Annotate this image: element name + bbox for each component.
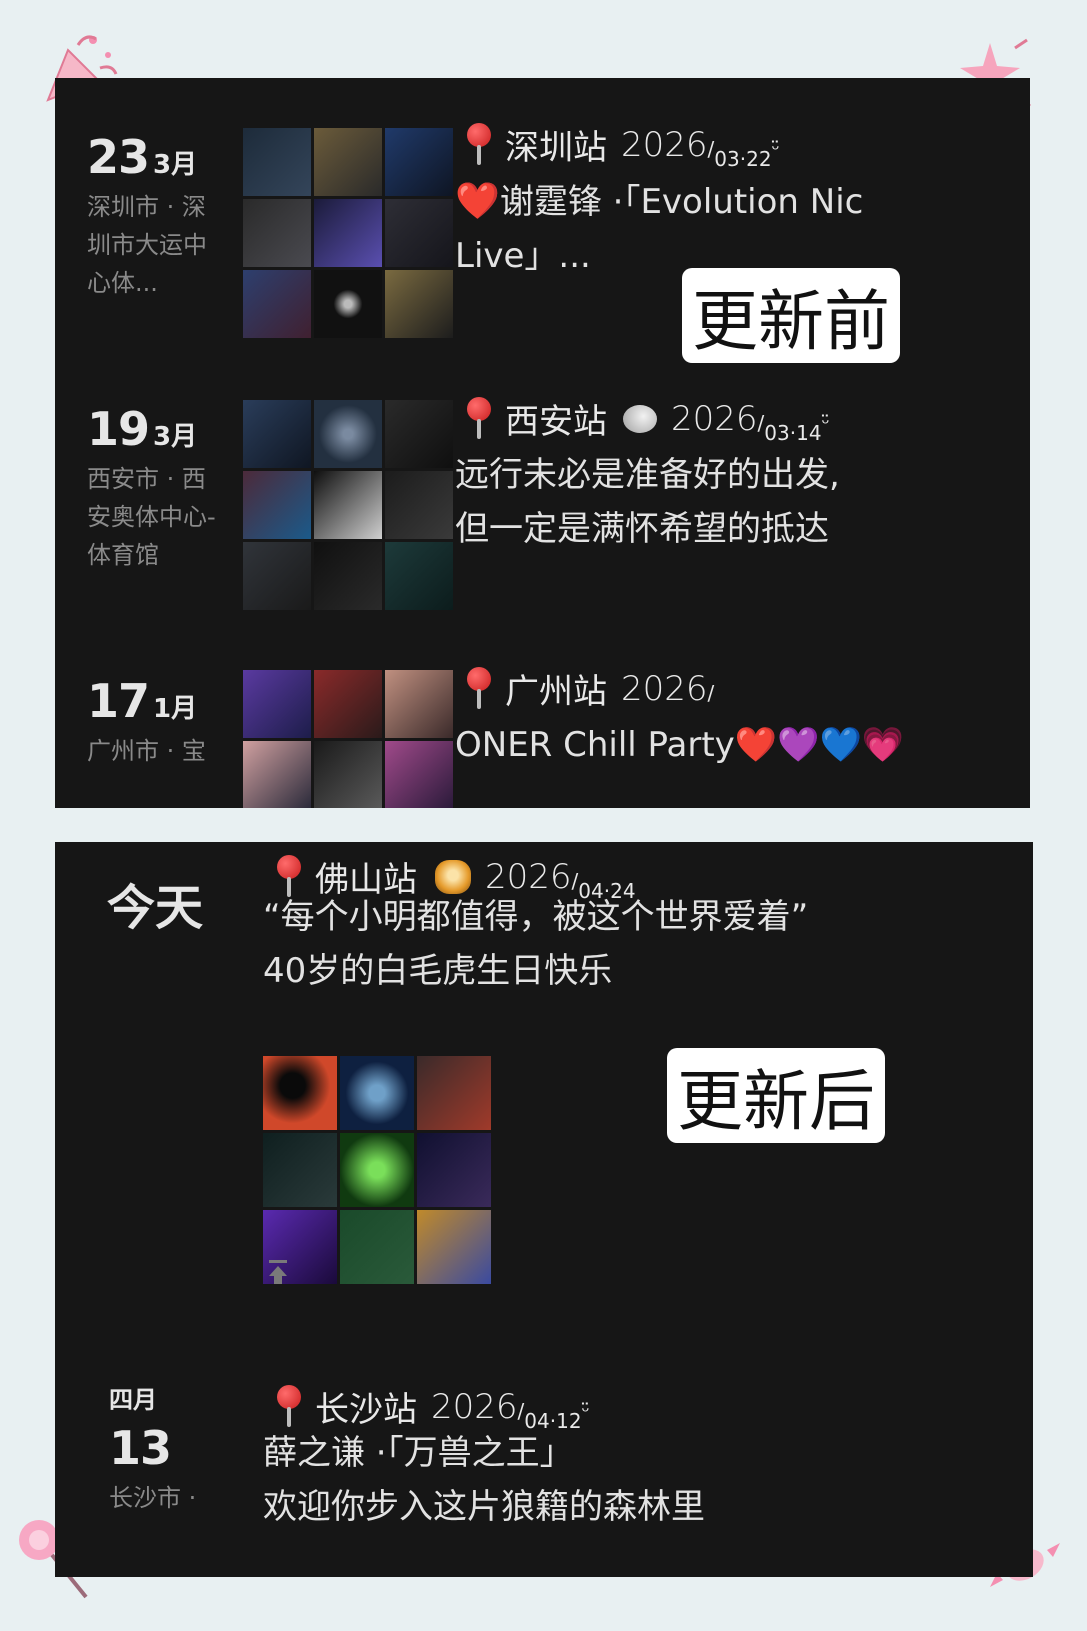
entry-month: 3月 bbox=[153, 422, 198, 452]
entry-place: 深圳站 bbox=[505, 128, 607, 168]
before-label: 更新前 bbox=[682, 268, 900, 363]
entry-day: 23 bbox=[87, 130, 150, 184]
entry-title-row: 深圳站 2026/03·22ᵕ̈ bbox=[467, 120, 780, 171]
pin-icon bbox=[467, 122, 491, 167]
entry-title-row: 西安站 2026/03·14ᵕ̈ bbox=[467, 394, 830, 445]
entry-location: 广州市 · 宝 bbox=[87, 737, 206, 765]
entry-place: 长沙站 bbox=[315, 1390, 417, 1430]
entry-date: 四月 13 长沙市 · bbox=[109, 1380, 249, 1517]
pin-icon bbox=[467, 396, 491, 441]
entry-stamp: 2026/ bbox=[621, 668, 715, 709]
entry-place: 西安站 bbox=[505, 402, 607, 442]
before-update-panel: 23 3月 深圳市 · 深圳市大运中心体... 深圳站 2026/03·22ᵕ̈ … bbox=[55, 78, 1030, 808]
entry-date: 今天 bbox=[107, 868, 203, 938]
entry-text: 远行未必是准备好的出发, 但一定是满怀希望的抵达 bbox=[455, 455, 840, 549]
photo-grid[interactable] bbox=[243, 400, 453, 610]
entry-place: 广州站 bbox=[505, 672, 607, 712]
entry-day: 17 bbox=[87, 674, 150, 728]
entry-location: 西安市 · 西安奥体中心-体育馆 bbox=[87, 465, 216, 569]
entry-day: 19 bbox=[87, 402, 150, 456]
after-label: 更新后 bbox=[667, 1048, 885, 1143]
entry-month: 四月 bbox=[109, 1386, 157, 1414]
entry-month: 1月 bbox=[153, 694, 198, 724]
tiger-icon bbox=[435, 859, 471, 894]
photo-grid[interactable] bbox=[243, 670, 453, 808]
chick-icon bbox=[623, 404, 657, 433]
entry-day: 13 bbox=[109, 1421, 172, 1475]
entry-date: 19 3月 西安市 · 西安奥体中心-体育馆 bbox=[87, 402, 227, 574]
entry-text: ONER Chill Party❤️💜💙💗 bbox=[455, 725, 905, 765]
photo-grid[interactable] bbox=[263, 1056, 491, 1284]
today-label: 今天 bbox=[107, 880, 204, 936]
entry-month: 3月 bbox=[153, 150, 198, 180]
entry-stamp: 2026/04·12ᵕ̈ bbox=[431, 1386, 590, 1433]
entry-date: 23 3月 深圳市 · 深圳市大运中心体... bbox=[87, 130, 227, 302]
entry-location: 长沙市 · bbox=[109, 1484, 197, 1512]
entry-text: “每个小明都值得，被这个世界爱着” 40岁的白毛虎生日快乐 bbox=[263, 897, 809, 991]
pin-icon bbox=[277, 1384, 301, 1429]
entry-stamp: 2026/03·22ᵕ̈ bbox=[621, 124, 780, 171]
entry-text: 薛之谦 ·「万兽之王」 欢迎你步入这片狼籍的森林里 bbox=[263, 1433, 705, 1527]
heart-icon: ❤️ bbox=[455, 181, 500, 222]
pin-icon bbox=[467, 666, 491, 711]
entry-date: 17 1月 广州市 · 宝 bbox=[87, 674, 227, 770]
entry-location: 深圳市 · 深圳市大运中心体... bbox=[87, 193, 207, 297]
after-update-panel: 今天 佛山站 2026/04·24 “每个小明都值得，被这个世界爱着” 40岁的… bbox=[55, 842, 1033, 1577]
entry-title-row: 长沙站 2026/04·12ᵕ̈ bbox=[277, 1382, 590, 1433]
photo-grid[interactable] bbox=[243, 128, 453, 338]
scroll-top-icon[interactable] bbox=[269, 1260, 289, 1284]
hearts-icon: ❤️💜💙💗 bbox=[734, 725, 905, 765]
entry-title-row: 广州站 2026/ bbox=[467, 664, 714, 713]
entry-stamp: 2026/03·14ᵕ̈ bbox=[671, 398, 830, 445]
